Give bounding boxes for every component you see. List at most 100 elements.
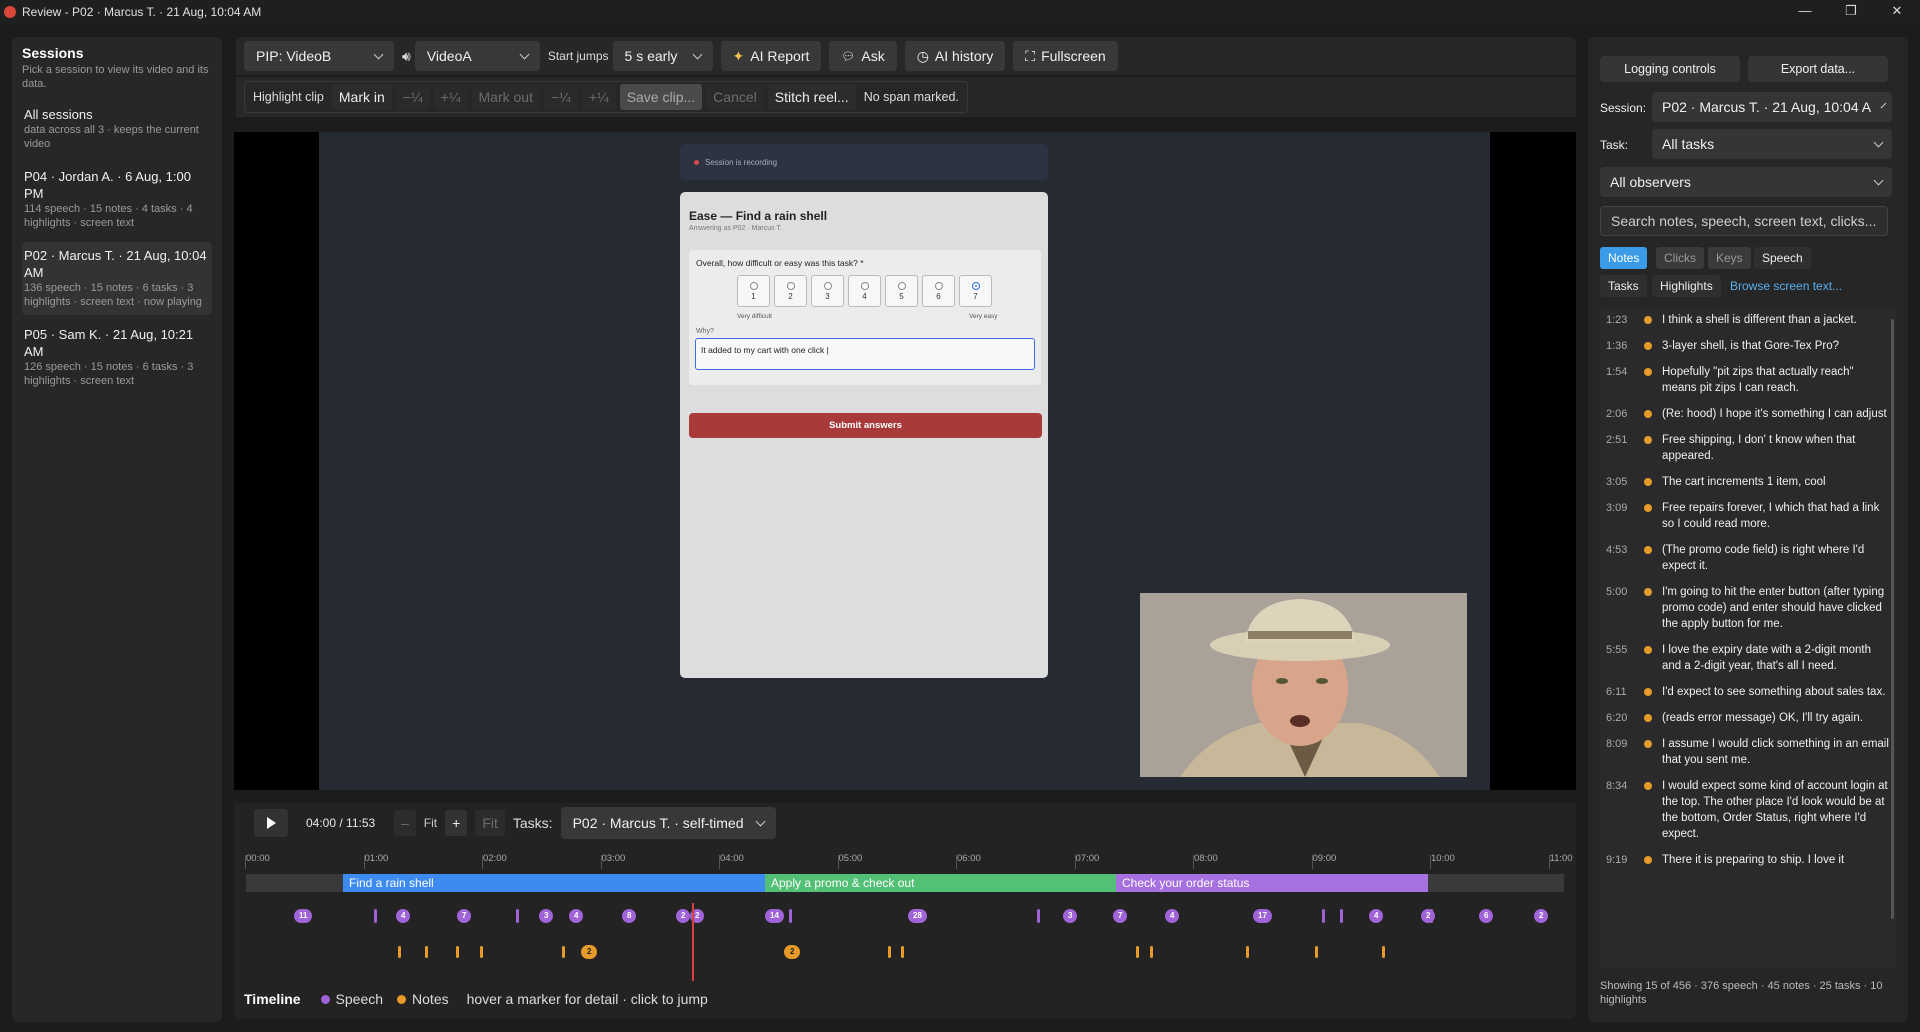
filter-clicks[interactable]: Clicks xyxy=(1656,247,1704,269)
play-button[interactable] xyxy=(254,809,288,837)
start-jumps-select[interactable]: 5 s early xyxy=(612,41,713,71)
ai-report-button[interactable]: ✦ AI Report xyxy=(720,41,822,71)
ai-history-button[interactable]: ◷ AI history xyxy=(904,41,1006,71)
scrollbar[interactable] xyxy=(1891,319,1894,919)
speech-marker[interactable] xyxy=(516,909,519,923)
speech-marker[interactable]: 6 xyxy=(1479,909,1494,923)
note-item[interactable]: 5:00 I'm going to hit the enter button (a… xyxy=(1600,579,1896,637)
note-marker[interactable] xyxy=(1382,946,1385,958)
note-marker[interactable] xyxy=(562,946,565,958)
cancel-button[interactable]: Cancel xyxy=(706,84,764,110)
observers-select[interactable]: All observers xyxy=(1600,167,1892,197)
fullscreen-button[interactable]: ⛶ Fullscreen xyxy=(1013,41,1118,71)
filter-speech[interactable]: Speech xyxy=(1754,247,1811,269)
tasks-select[interactable]: P02 · Marcus T. · self-timed xyxy=(560,807,776,839)
logging-controls-button[interactable]: Logging controls xyxy=(1600,56,1740,82)
speech-marker[interactable]: 4 xyxy=(1369,909,1384,923)
session-item-p04[interactable]: P04 · Jordan A. · 6 Aug, 1:00 PM 114 spee… xyxy=(22,163,212,236)
close-button[interactable]: ✕ xyxy=(1874,0,1920,24)
note-marker[interactable] xyxy=(901,946,904,958)
speech-marker[interactable]: 28 xyxy=(908,909,927,923)
note-marker[interactable] xyxy=(398,946,401,958)
zoom-in-button[interactable]: + xyxy=(445,810,468,836)
export-data-button[interactable]: Export data... xyxy=(1748,56,1888,82)
note-marker[interactable] xyxy=(1315,946,1318,958)
note-item[interactable]: 4:53 (The promo code field) is right wher… xyxy=(1600,537,1896,579)
note-item[interactable]: 6:20 (reads error message) OK, I'll try a… xyxy=(1600,705,1896,731)
speech-marker[interactable] xyxy=(374,909,377,923)
note-marker[interactable] xyxy=(425,946,428,958)
speech-marker[interactable]: 7 xyxy=(457,909,472,923)
ask-button[interactable]: 💬︎ Ask xyxy=(829,41,897,71)
video-player[interactable]: Session is recording Ease — Find a rain … xyxy=(234,132,1576,790)
note-item[interactable]: 1:23 I think a shell is different than a … xyxy=(1600,307,1896,333)
task-select[interactable]: All tasks xyxy=(1652,129,1892,159)
note-item[interactable]: 8:09 I assume I would click something in … xyxy=(1600,731,1896,773)
speech-marker[interactable]: 3 xyxy=(1063,909,1078,923)
session-select[interactable]: P02 · Marcus T. · 21 Aug, 10:04 A xyxy=(1652,92,1892,122)
speech-marker[interactable]: 3 xyxy=(539,909,554,923)
speech-marker[interactable]: 4 xyxy=(569,909,584,923)
filter-notes[interactable]: Notes xyxy=(1600,247,1648,269)
note-item[interactable]: 8:34 I would expect some kind of account … xyxy=(1600,773,1896,847)
session-item-p02[interactable]: P02 · Marcus T. · 21 Aug, 10:04 AM 136 sp… xyxy=(22,242,212,315)
note-item[interactable]: 1:36 3-layer shell, is that Gore-Tex Pro? xyxy=(1600,333,1896,359)
speech-marker[interactable] xyxy=(1340,909,1343,923)
filter-tasks[interactable]: Tasks xyxy=(1600,275,1647,297)
speech-marker[interactable]: 2 xyxy=(1534,909,1549,923)
note-item[interactable]: 1:54 Hopefully "pit zips that actually re… xyxy=(1600,359,1896,401)
note-item[interactable]: 9:19 There it is preparing to ship. I lov… xyxy=(1600,847,1896,873)
note-marker[interactable] xyxy=(888,946,891,958)
minimize-button[interactable]: — xyxy=(1782,0,1828,24)
speech-marker[interactable]: 14 xyxy=(765,909,784,923)
note-item[interactable]: 3:05 The cart increments 1 item, cool xyxy=(1600,469,1896,495)
note-marker[interactable] xyxy=(480,946,483,958)
maximize-button[interactable]: ❐ xyxy=(1828,0,1874,24)
speech-marker[interactable]: 2 xyxy=(676,909,691,923)
save-clip-button[interactable]: Save clip... xyxy=(619,84,703,110)
speech-marker[interactable]: 8 xyxy=(622,909,637,923)
mark-in-button[interactable]: Mark in xyxy=(331,84,392,110)
speech-marker[interactable]: 2 xyxy=(1421,909,1436,923)
mark-out-button[interactable]: Mark out xyxy=(471,84,540,110)
note-marker[interactable] xyxy=(1150,946,1153,958)
zoom-out-button[interactable]: – xyxy=(394,810,416,836)
fit-button[interactable]: Fit xyxy=(475,810,505,836)
playhead[interactable] xyxy=(692,903,694,981)
task-bar[interactable]: Check your order status xyxy=(1116,874,1428,892)
note-item[interactable]: 6:11 I'd expect to see something about sa… xyxy=(1600,679,1896,705)
task-bar[interactable]: Apply a promo & check out xyxy=(765,874,1117,892)
search-input[interactable]: Search notes, speech, screen text, click… xyxy=(1600,206,1888,236)
speech-marker[interactable]: 4 xyxy=(1165,909,1180,923)
note-item[interactable]: 5:55 I love the expiry date with a 2-digi… xyxy=(1600,637,1896,679)
note-marker[interactable] xyxy=(1136,946,1139,958)
stitch-reel-button[interactable]: Stitch reel... xyxy=(767,84,856,110)
speech-marker[interactable]: 4 xyxy=(396,909,411,923)
note-marker[interactable]: 2 xyxy=(784,945,801,959)
browse-screen-text-link[interactable]: Browse screen text... xyxy=(1726,275,1846,297)
pip-select[interactable]: PIP: VideoB xyxy=(244,41,394,71)
note-marker[interactable] xyxy=(1246,946,1249,958)
speech-marker[interactable] xyxy=(1430,909,1433,923)
speech-marker[interactable] xyxy=(789,909,792,923)
mark-out-plus-button[interactable]: +¼ xyxy=(581,84,616,110)
speech-marker[interactable]: 7 xyxy=(1113,909,1128,923)
speech-marker[interactable] xyxy=(1037,909,1040,923)
speech-marker[interactable]: 17 xyxy=(1253,909,1272,923)
note-item[interactable]: 3:09 Free repairs forever, I which that h… xyxy=(1600,495,1896,537)
session-item-all[interactable]: All sessions data across all 3 · keeps th… xyxy=(22,101,212,157)
note-item[interactable]: 2:06 (Re: hood) I hope it's something I c… xyxy=(1600,401,1896,427)
audio-select[interactable]: VideoA xyxy=(414,41,540,71)
session-item-p05[interactable]: P05 · Sam K. · 21 Aug, 10:21 AM 126 speec… xyxy=(22,321,212,394)
speech-marker[interactable]: 11 xyxy=(294,909,313,923)
mark-in-plus-button[interactable]: +¼ xyxy=(433,84,468,110)
task-bar[interactable]: Find a rain shell xyxy=(343,874,765,892)
note-marker[interactable]: 2 xyxy=(581,945,598,959)
filter-keys[interactable]: Keys xyxy=(1708,247,1751,269)
mark-out-minus-button[interactable]: −¼ xyxy=(543,84,578,110)
note-marker[interactable] xyxy=(456,946,459,958)
note-item[interactable]: 2:51 Free shipping, I don' t know when th… xyxy=(1600,427,1896,469)
mark-in-minus-button[interactable]: −¼ xyxy=(395,84,430,110)
filter-highlights[interactable]: Highlights xyxy=(1652,275,1721,297)
speech-marker[interactable] xyxy=(1322,909,1325,923)
